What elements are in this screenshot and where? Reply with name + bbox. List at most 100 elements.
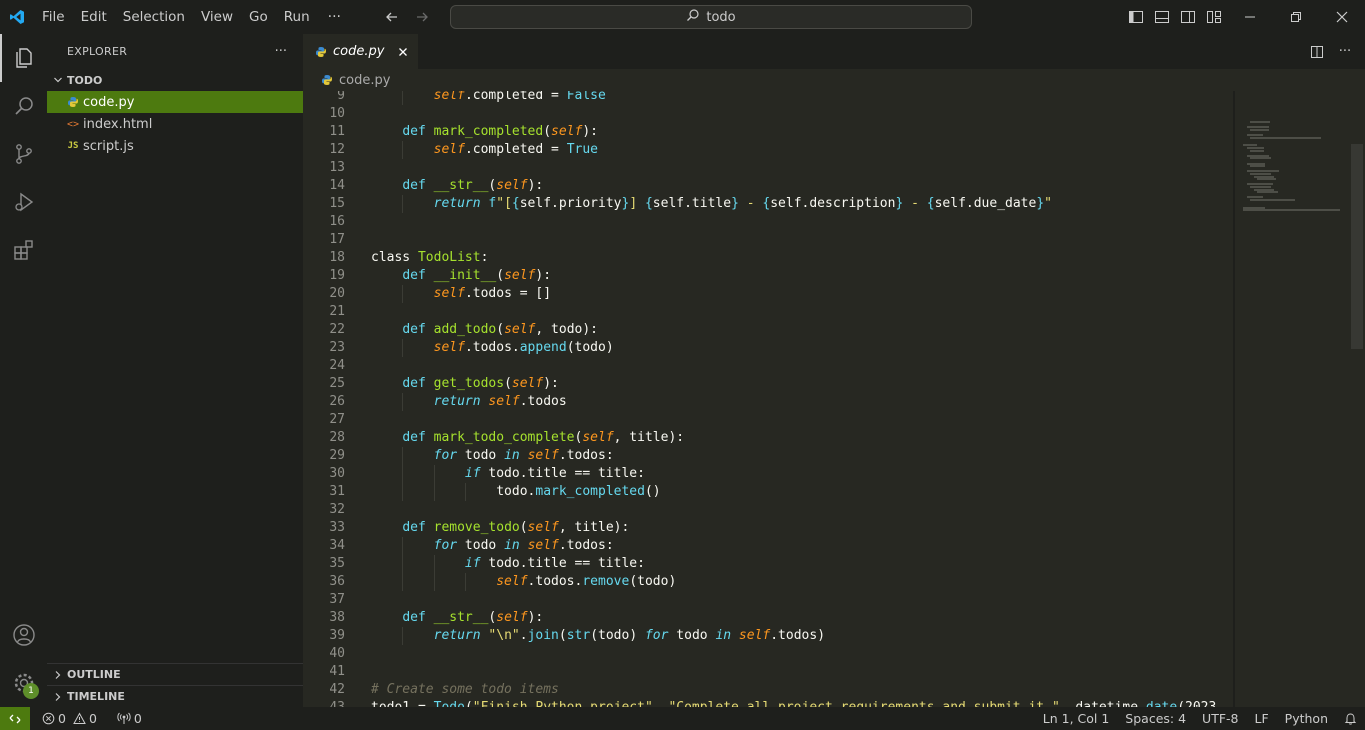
menu-view[interactable]: View (193, 0, 241, 34)
code-line[interactable]: 28 def mark_todo_complete(self, title): (303, 429, 1233, 447)
back-arrow-icon[interactable] (381, 6, 403, 28)
code-line[interactable]: 40 (303, 645, 1233, 663)
notifications-bell-icon[interactable] (1336, 712, 1365, 725)
indent-guide (402, 91, 404, 105)
menu-file[interactable]: File (34, 0, 73, 34)
code-line[interactable]: 19 def __init__(self): (303, 267, 1233, 285)
run-debug-icon[interactable] (0, 178, 47, 226)
ports-status[interactable]: 0 (111, 711, 148, 726)
remote-indicator-icon[interactable] (0, 707, 30, 730)
code-line[interactable]: 26 return self.todos (303, 393, 1233, 411)
tab-code-py[interactable]: code.py (303, 34, 419, 69)
code-line[interactable]: 27 (303, 411, 1233, 429)
code-line[interactable]: 41 (303, 663, 1233, 681)
code-line[interactable]: 21 (303, 303, 1233, 321)
chevron-right-icon (53, 692, 67, 702)
toggle-panel-icon[interactable] (1149, 0, 1175, 34)
minimap-line (1250, 136, 1322, 139)
code-line[interactable]: 34 for todo in self.todos: (303, 537, 1233, 555)
code-line[interactable]: 33 def remove_todo(self, title): (303, 519, 1233, 537)
search-view-icon[interactable] (0, 82, 47, 130)
code-line[interactable]: 37 (303, 591, 1233, 609)
source-control-icon[interactable] (0, 130, 47, 178)
code-line[interactable]: 16 (303, 213, 1233, 231)
eol-status[interactable]: LF (1247, 711, 1277, 726)
folder-name: TODO (67, 73, 103, 87)
code-line[interactable]: 29 for todo in self.todos: (303, 447, 1233, 465)
code-line[interactable]: 23 self.todos.append(todo) (303, 339, 1233, 357)
minimap[interactable] (1235, 91, 1353, 707)
forward-arrow-icon[interactable] (411, 6, 433, 28)
chevron-down-icon (53, 75, 67, 85)
timeline-section-header[interactable]: TIMELINE (47, 685, 303, 707)
explorer-more-actions-button[interactable]: ··· (275, 44, 287, 59)
code-line[interactable]: 24 (303, 357, 1233, 375)
line-number: 20 (329, 286, 345, 301)
outline-label: OUTLINE (67, 668, 121, 681)
code-text: def __init__(self): (402, 268, 552, 283)
encoding-status[interactable]: UTF-8 (1194, 711, 1246, 726)
code-line[interactable]: 11 def mark_completed(self): (303, 123, 1233, 141)
code-line[interactable]: 13 (303, 159, 1233, 177)
code-line[interactable]: 36 self.todos.remove(todo) (303, 573, 1233, 591)
breadcrumb-file[interactable]: code.py (339, 73, 390, 88)
line-number: 24 (329, 358, 345, 373)
code-line[interactable]: 12 self.completed = True (303, 141, 1233, 159)
menu-selection[interactable]: Selection (115, 0, 193, 34)
code-editor[interactable]: 9 self.completed = False 10 11 def mark_co… (303, 91, 1233, 707)
indent-guide (402, 465, 404, 483)
file-item-index-html[interactable]: <> index.html (47, 113, 303, 135)
code-line[interactable]: 39 return "\n".join(str(todo) for todo i… (303, 627, 1233, 645)
line-number: 22 (329, 322, 345, 337)
code-line[interactable]: 31 todo.mark_completed() (303, 483, 1233, 501)
code-line[interactable]: 38 def __str__(self): (303, 609, 1233, 627)
close-window-icon[interactable] (1319, 0, 1365, 34)
code-line[interactable]: 22 def add_todo(self, todo): (303, 321, 1233, 339)
code-line[interactable]: 25 def get_todos(self): (303, 375, 1233, 393)
code-line[interactable]: 17 (303, 231, 1233, 249)
code-line[interactable]: 15 return f"[{self.priority}] {self.titl… (303, 195, 1233, 213)
extensions-icon[interactable] (0, 226, 47, 274)
code-line[interactable]: 10 (303, 105, 1233, 123)
explorer-icon[interactable] (0, 34, 47, 82)
line-number: 29 (329, 448, 345, 463)
file-name: script.js (83, 138, 134, 154)
language-mode[interactable]: Python (1277, 711, 1336, 726)
code-line[interactable]: 14 def __str__(self): (303, 177, 1233, 195)
code-line[interactable]: 32 (303, 501, 1233, 519)
restore-icon[interactable] (1273, 0, 1319, 34)
accounts-icon[interactable] (0, 611, 47, 659)
close-tab-icon[interactable] (398, 47, 408, 57)
cursor-position[interactable]: Ln 1, Col 1 (1035, 711, 1118, 726)
indent-guide (402, 483, 404, 501)
line-number: 37 (329, 592, 345, 607)
code-line[interactable]: 20 self.todos = [] (303, 285, 1233, 303)
outline-section-header[interactable]: OUTLINE (47, 663, 303, 685)
customize-layout-icon[interactable] (1201, 0, 1227, 34)
split-editor-icon[interactable] (1305, 45, 1329, 59)
menu-go[interactable]: Go (241, 0, 276, 34)
code-line[interactable]: 30 if todo.title == title: (303, 465, 1233, 483)
menu-edit[interactable]: Edit (73, 0, 115, 34)
manage-gear-icon[interactable]: 1 (0, 659, 47, 707)
minimize-icon[interactable] (1227, 0, 1273, 34)
toggle-primary-sidebar-icon[interactable] (1123, 0, 1149, 34)
code-line[interactable]: 43 todo1 = Todo("Finish Python project", … (303, 699, 1233, 707)
line-number: 38 (329, 610, 345, 625)
code-line[interactable]: 35 if todo.title == title: (303, 555, 1233, 573)
command-center-search[interactable]: todo (450, 5, 972, 29)
menu-run[interactable]: Run (276, 0, 318, 34)
sidebar-header: EXPLORER ··· (47, 34, 303, 69)
editor-more-actions-button[interactable]: ··· (1333, 44, 1357, 59)
indentation-status[interactable]: Spaces: 4 (1117, 711, 1194, 726)
code-line[interactable]: 9 self.completed = False (303, 91, 1233, 105)
problems-status[interactable]: 0 0 (36, 711, 103, 726)
folder-header-todo[interactable]: TODO (47, 69, 303, 91)
toggle-secondary-sidebar-icon[interactable] (1175, 0, 1201, 34)
vertical-scrollbar[interactable] (1351, 144, 1363, 349)
code-line[interactable]: 42 # Create some todo items (303, 681, 1233, 699)
menu-more-button[interactable]: ··· (318, 0, 351, 34)
code-line[interactable]: 18 class TodoList: (303, 249, 1233, 267)
file-item-code-py[interactable]: code.py (47, 91, 303, 113)
file-item-script-js[interactable]: JS script.js (47, 135, 303, 157)
